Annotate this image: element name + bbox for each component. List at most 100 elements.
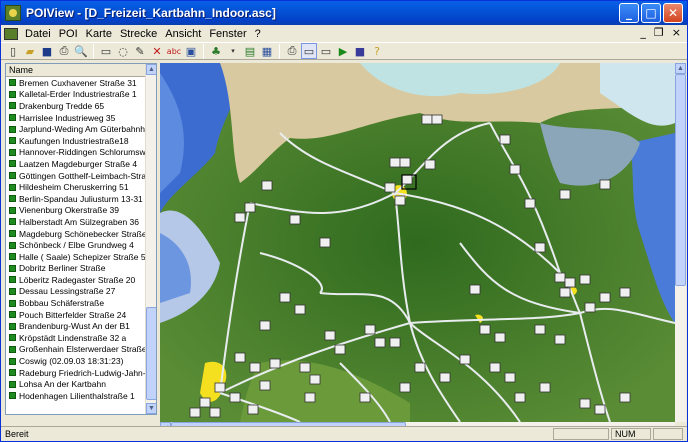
new-icon[interactable]: ▯ [5, 43, 21, 59]
status-bar: Bereit NUM [1, 426, 687, 441]
poi-icon [9, 264, 16, 272]
delete-icon[interactable]: ✕ [149, 43, 165, 59]
list-item[interactable]: Pouch Bitterfelder Straße 24 [6, 309, 146, 321]
status-cell-1 [553, 428, 609, 440]
list-item[interactable]: Löberitz Radegaster Straße 20 [6, 274, 146, 286]
list-item-label: Halle ( Saale) Schepizer Straße 59 [19, 251, 146, 262]
view2-icon[interactable]: ▭ [318, 43, 334, 59]
app-icon[interactable] [5, 5, 21, 21]
window-title: POIView - [D_Freizeit_Kartbahn_Indoor.as… [26, 6, 276, 20]
menu-poi[interactable]: POI [55, 28, 82, 40]
select-icon[interactable]: ▭ [98, 43, 114, 59]
list-item-label: Hannover-Riddingen Schlorumsweg [19, 147, 146, 158]
scroll-down-icon[interactable]: ▼ [146, 403, 156, 414]
list-item-label: Laatzen Magdeburger Straße 4 [19, 158, 138, 169]
list-item-label: Kalletal-Erder Industriestraße 1 [19, 89, 137, 100]
map-scroll-up-icon[interactable]: ▲ [675, 63, 686, 74]
list-item[interactable]: Vienenburg Okerstraße 39 [6, 205, 146, 217]
list-item[interactable]: Hannover-Riddingen Schlorumsweg [6, 147, 146, 159]
list-item[interactable]: Hodenhagen Lilienthalstraße 1 [6, 390, 146, 402]
list-item[interactable]: Dobritz Berliner Straße [6, 263, 146, 275]
poi-list-panel: Name Bremen Cuxhavener Straße 31 Kalletal… [5, 63, 157, 415]
list-item[interactable]: Hildesheim Cheruskerring 51 [6, 181, 146, 193]
lasso-icon[interactable]: ◌ [115, 43, 131, 59]
grid-icon[interactable]: ▦ [259, 43, 275, 59]
list-item[interactable]: Göttingen Gotthelf-Leimbach-Stra [6, 170, 146, 182]
poi-icon [9, 230, 16, 238]
list-item-label: Harrislee Industrieweg 35 [19, 112, 116, 123]
stop-icon[interactable]: ■ [352, 43, 368, 59]
poi-icon [9, 102, 16, 110]
map-vertical-scrollbar[interactable]: ▲ [675, 63, 686, 422]
list-item[interactable]: Jarplund-Weding Am Güterbahnhof [6, 123, 146, 135]
mdi-close-button[interactable]: × [672, 26, 681, 39]
list-item-label: Großenhain Elsterwerdaer Straße [19, 344, 146, 355]
maximize-button[interactable]: □ [641, 3, 661, 23]
list-item-label: Magdeburg Schönebecker Straße [19, 228, 146, 239]
status-text: Bereit [5, 429, 29, 439]
list-item[interactable]: Großenhain Elsterwerdaer Straße [6, 344, 146, 356]
application-window: POIView - [D_Freizeit_Kartbahn_Indoor.as… [0, 0, 688, 442]
tree-icon[interactable]: ♣ [208, 43, 224, 59]
menu-help[interactable]: ? [251, 28, 265, 40]
export-icon[interactable]: ▣ [183, 43, 199, 59]
list-item[interactable]: Kaufungen Industriestraße18 [6, 135, 146, 147]
abc-icon[interactable]: abc [166, 43, 182, 59]
column-header-name[interactable]: Name [6, 64, 146, 77]
list-item[interactable]: Drakenburg Tredde 65 [6, 100, 146, 112]
document-icon[interactable] [4, 27, 18, 40]
view-icon[interactable]: ▭ [301, 43, 317, 59]
list-scrollbar[interactable]: ▲ ▼ [145, 64, 156, 414]
poi-icon [9, 287, 16, 295]
list-item[interactable]: Halle ( Saale) Schepizer Straße 59 [6, 251, 146, 263]
list-item[interactable]: Kröpstädt Lindenstraße 32 a [6, 332, 146, 344]
list-item[interactable]: Coswig (02.09.03 18:31:23) [6, 355, 146, 367]
list-item-label: Vienenburg Okerstraße 39 [19, 205, 120, 216]
menu-ansicht[interactable]: Ansicht [161, 28, 205, 40]
poi-icon [9, 137, 16, 145]
list-item-label: Brandenburg-Wust An der B1 [19, 321, 130, 332]
menu-fenster[interactable]: Fenster [205, 28, 250, 40]
list-item[interactable]: Harrislee Industrieweg 35 [6, 112, 146, 124]
save-icon[interactable]: ■ [39, 43, 55, 59]
poi-icon [9, 148, 16, 156]
list-item[interactable]: Berlin-Spandau Juliusturm 13-31 [6, 193, 146, 205]
list-item[interactable]: Brandenburg-Wust An der B1 [6, 320, 146, 332]
mdi-restore-button[interactable]: ❐ [654, 26, 664, 39]
open-icon[interactable]: ▰ [22, 43, 38, 59]
list-icon[interactable]: ▤ [242, 43, 258, 59]
title-bar[interactable]: POIView - [D_Freizeit_Kartbahn_Indoor.as… [1, 1, 687, 25]
dropdown-icon[interactable]: ▾ [225, 43, 241, 59]
print-icon[interactable]: ⎙ [56, 43, 72, 59]
poi-icon [9, 276, 16, 284]
poi-icon [9, 218, 16, 226]
map-view[interactable] [160, 63, 675, 422]
scroll-thumb[interactable] [146, 307, 156, 400]
list-item[interactable]: Radeburg Friedrich-Ludwig-Jahn-Str [6, 367, 146, 379]
list-item-label: Dobritz Berliner Straße [19, 263, 106, 274]
menu-strecke[interactable]: Strecke [116, 28, 161, 40]
list-item[interactable]: Halberstadt Am Sülzegraben 36 [6, 216, 146, 228]
menu-karte[interactable]: Karte [82, 28, 116, 40]
mdi-minimize-button[interactable]: _ [640, 26, 646, 39]
help-icon[interactable]: ? [369, 43, 385, 59]
print2-icon[interactable]: ⎙ [284, 43, 300, 59]
list-item[interactable]: Dessau Lessingstraße 27 [6, 286, 146, 298]
list-item[interactable]: Bobbau Schäferstraße [6, 297, 146, 309]
map-vscroll-thumb[interactable] [675, 74, 686, 286]
play-icon[interactable]: ▶ [335, 43, 351, 59]
menu-bar: Datei POI Karte Strecke Ansicht Fenster … [1, 25, 687, 42]
minimize-button[interactable]: _ [619, 3, 639, 23]
scroll-up-icon[interactable]: ▲ [146, 64, 156, 75]
print-preview-icon[interactable]: 🔍 [73, 43, 89, 59]
list-item[interactable]: Bremen Cuxhavener Straße 31 [6, 77, 146, 89]
list-item[interactable]: Lohsa An der Kartbahn [6, 378, 146, 390]
list-item[interactable]: Magdeburg Schönebecker Straße [6, 228, 146, 240]
list-item[interactable]: Schönbeck / Elbe Grundweg 4 [6, 239, 146, 251]
menu-datei[interactable]: Datei [21, 28, 55, 40]
list-item[interactable]: Laatzen Magdeburger Straße 4 [6, 158, 146, 170]
list-item-label: Kröpstädt Lindenstraße 32 a [19, 332, 127, 343]
close-button[interactable]: ✕ [663, 3, 683, 23]
edit-icon[interactable]: ✎ [132, 43, 148, 59]
list-item[interactable]: Kalletal-Erder Industriestraße 1 [6, 89, 146, 101]
